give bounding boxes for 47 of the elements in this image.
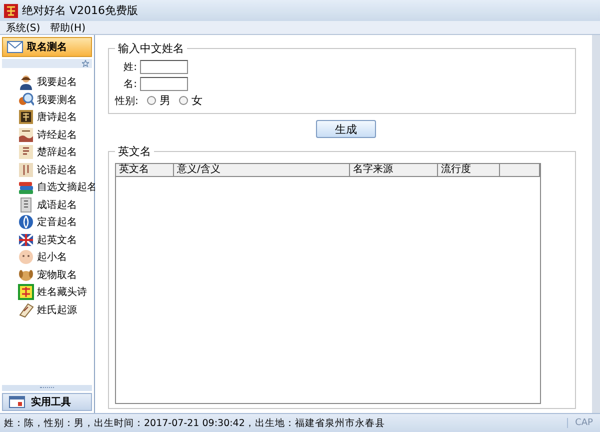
flag-icon — [18, 232, 34, 248]
menu-item[interactable]: 帮助(H) — [50, 20, 86, 34]
generate-button[interactable]: 生成 — [316, 120, 376, 138]
sidebar-item[interactable]: 起小名 — [18, 249, 94, 266]
menu-item[interactable]: 系统(S) — [6, 20, 40, 34]
caps-indicator: CAP — [567, 418, 600, 428]
surname-field[interactable] — [140, 60, 188, 74]
sidebar-item[interactable]: 起英文名 — [18, 232, 94, 248]
surname-label: 姓: — [122, 60, 137, 74]
star-icon[interactable] — [82, 60, 89, 67]
calendar-icon — [9, 396, 25, 408]
sidebar-item[interactable]: 定音起名 — [18, 214, 94, 230]
sidebar-item[interactable]: 姓氏起源 — [18, 302, 94, 318]
given-name-label: 名: — [122, 78, 137, 90]
sidebar-item[interactable]: 姓名藏头诗 — [18, 284, 94, 300]
sidebar-item[interactable]: 我要起名 — [18, 74, 94, 90]
given-name-field[interactable] — [140, 76, 188, 90]
status-text: 姓：陈，性别：男，出生时间：2017-07-21 09:30:42，出生地：福建省泉州市永春县 — [3, 416, 386, 430]
column-header[interactable]: 流行度 — [438, 164, 500, 176]
person-icon — [18, 74, 34, 90]
globe-icon — [18, 214, 34, 230]
gender-radio[interactable]: 男 — [147, 93, 170, 108]
sidebar-item[interactable]: 论语起名 — [18, 162, 94, 178]
sidebar-item[interactable]: 诗经起名 — [18, 126, 94, 143]
seal-icon — [18, 109, 34, 126]
sidebar-item[interactable]: 我要测名 — [18, 92, 94, 108]
column-header[interactable]: 名字来源 — [350, 164, 438, 176]
group-title: 英文名 — [117, 144, 152, 159]
sidebar-item[interactable]: 楚辞起名 — [18, 144, 94, 160]
app-logo-icon — [4, 4, 18, 18]
books-icon — [18, 179, 34, 196]
column-header[interactable]: 英文名 — [116, 164, 174, 176]
sidebar-item[interactable]: 唐诗起名 — [18, 109, 94, 126]
poem-tile-icon — [18, 284, 34, 300]
group-title: 输入中文姓名 — [117, 41, 185, 56]
baby-icon — [18, 249, 34, 266]
gender-radio[interactable]: 女 — [179, 93, 202, 108]
column-header[interactable]: 意义/含义 — [174, 164, 350, 176]
envelope-icon — [7, 41, 23, 53]
magnifier-icon — [18, 92, 34, 108]
sidebar-header[interactable]: 取名测名 — [2, 37, 92, 57]
sidebar-item[interactable]: 宠物取名 — [18, 266, 94, 283]
book-icon — [18, 196, 34, 213]
sidebar-item[interactable]: 成语起名 — [18, 196, 94, 213]
tools-button[interactable]: 实用工具 — [2, 393, 92, 411]
gender-label: 性别: — [115, 94, 138, 108]
window-title: 绝对好名 V2016免费版 — [22, 3, 138, 18]
